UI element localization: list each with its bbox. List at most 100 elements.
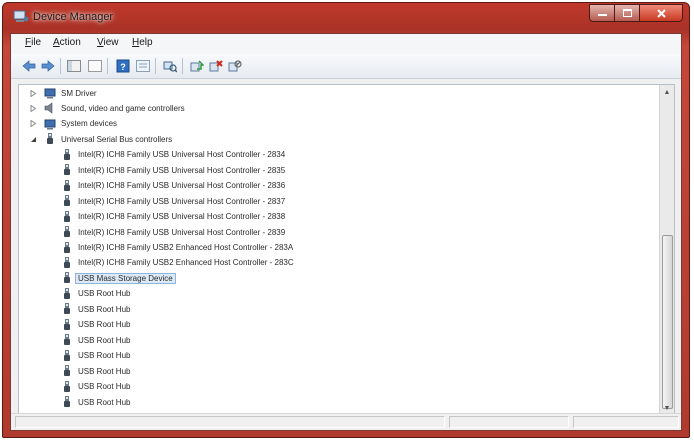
toolbar-separator (60, 58, 61, 74)
tree-node-label: Intel(R) ICH8 Family USB Universal Host … (78, 212, 286, 222)
tree-node-label: USB Root Hub (78, 351, 131, 361)
uninstall-icon (209, 60, 223, 72)
toolbar-separator (155, 58, 156, 74)
maximize-icon (622, 9, 632, 17)
tree-device-node[interactable]: Intel(R) ICH8 Family USB Universal Host … (61, 210, 287, 224)
minimize-icon (597, 14, 607, 16)
usb-icon (61, 318, 76, 331)
tree-category-node[interactable]: SM Driver (30, 86, 99, 100)
console-tree-icon (67, 60, 81, 72)
device-warning-icon (44, 87, 59, 99)
close-icon (656, 8, 666, 18)
tree-node-label: USB Root Hub (78, 304, 131, 314)
menu-file[interactable]: File (25, 37, 41, 48)
tree-device-node[interactable]: Intel(R) ICH8 Family USB Universal Host … (61, 163, 287, 177)
usb-icon (61, 349, 76, 362)
tree-device-node[interactable]: USB Root Hub (61, 380, 132, 394)
tree-category-node[interactable]: Sound, video and game controllers (30, 101, 187, 115)
back-button[interactable] (21, 58, 37, 74)
tree-device-node[interactable]: USB Root Hub (61, 318, 132, 332)
help-icon: ? (116, 59, 130, 73)
expand-triangle-closed-icon[interactable] (29, 89, 37, 97)
minimize-button[interactable] (589, 4, 615, 22)
usb-icon (61, 179, 76, 192)
tree-node-label: Intel(R) ICH8 Family USB Universal Host … (78, 165, 286, 175)
tree-node-label: Intel(R) ICH8 Family USB Universal Host … (78, 181, 286, 191)
status-pane-3 (573, 416, 679, 428)
tree-node-label: USB Root Hub (78, 397, 131, 407)
tree-category-node[interactable]: System devices (30, 117, 119, 131)
view-icon (136, 60, 150, 72)
tree-category-node[interactable]: Universal Serial Bus controllers (30, 132, 174, 146)
tree-device-node[interactable]: Intel(R) ICH8 Family USB2 Enhanced Host … (61, 256, 296, 270)
tree-device-node[interactable]: Intel(R) ICH8 Family USB Universal Host … (61, 148, 287, 162)
tree-node-label: USB Root Hub (78, 335, 131, 345)
forward-button[interactable] (40, 58, 56, 74)
usb-icon (61, 210, 76, 223)
properties-view-button[interactable] (87, 58, 103, 74)
toolbar-separator (182, 58, 183, 74)
status-pane-main (15, 416, 445, 428)
tree-node-label: Intel(R) ICH8 Family USB Universal Host … (78, 196, 286, 206)
tree-device-node[interactable]: USB Root Hub (61, 349, 132, 363)
tree-node-label: USB Root Hub (78, 289, 131, 299)
scroll-up-arrow[interactable]: ▲ (660, 85, 674, 99)
window-title: Device Manager (33, 11, 114, 23)
tree-device-node[interactable]: USB Mass Storage Device (61, 271, 176, 285)
disable-button[interactable] (227, 58, 243, 74)
uninstall-button[interactable] (208, 58, 224, 74)
properties-view-icon (88, 60, 102, 72)
client-area: File Action View Help ? SM Driver Sound,… (10, 33, 682, 431)
status-pane-2 (449, 416, 569, 428)
usb-icon (44, 133, 59, 145)
menu-action[interactable]: Action (53, 37, 81, 48)
tree-device-node[interactable]: USB Root Hub (61, 333, 132, 347)
tree-node-label: Intel(R) ICH8 Family USB2 Enhanced Host … (78, 258, 294, 268)
usb-icon (61, 256, 76, 269)
menu-bar: File Action View Help (11, 34, 681, 55)
menu-view[interactable]: View (97, 37, 119, 48)
tree-device-node[interactable]: Intel(R) ICH8 Family USB2 Enhanced Host … (61, 241, 295, 255)
update-driver-button[interactable] (189, 58, 205, 74)
disable-icon (228, 60, 242, 72)
vertical-scrollbar[interactable]: ▲ ▼ (659, 85, 674, 415)
title-bar[interactable]: Device Manager (3, 3, 689, 31)
expand-triangle-open-icon[interactable] (29, 135, 37, 143)
help-button[interactable]: ? (115, 58, 131, 74)
view-button[interactable] (135, 58, 151, 74)
expand-triangle-closed-icon[interactable] (29, 120, 37, 128)
tree-device-node[interactable]: USB Root Hub (61, 302, 132, 316)
device-tree[interactable]: SM Driver Sound, video and game controlle… (18, 84, 675, 416)
speaker-icon (44, 102, 59, 115)
update-driver-icon (190, 60, 204, 72)
tree-node-label: Intel(R) ICH8 Family USB Universal Host … (78, 227, 286, 237)
tree-node-label: System devices (61, 119, 118, 129)
tree-node-label: USB Root Hub (78, 320, 131, 330)
system-devices-icon (44, 118, 59, 130)
tree-node-label: USB Root Hub (78, 366, 131, 376)
scroll-thumb[interactable] (662, 235, 673, 409)
expand-triangle-closed-icon[interactable] (29, 104, 37, 112)
tree-node-label: Intel(R) ICH8 Family USB Universal Host … (78, 150, 286, 160)
maximize-button[interactable] (615, 4, 640, 22)
usb-icon (61, 365, 76, 377)
tree-device-node[interactable]: USB Root Hub (61, 395, 132, 409)
usb-icon (61, 396, 76, 408)
usb-icon (61, 272, 76, 284)
usb-icon (61, 287, 76, 300)
device-manager-icon (13, 10, 29, 22)
tree-device-node[interactable]: Intel(R) ICH8 Family USB Universal Host … (61, 194, 287, 208)
scan-hardware-button[interactable] (162, 58, 178, 74)
tree-node-label: USB Root Hub (78, 382, 131, 392)
tree-node-label: SM Driver (61, 88, 97, 98)
show-hide-console-tree-button[interactable] (66, 58, 82, 74)
close-button[interactable] (640, 4, 683, 22)
menu-help[interactable]: Help (132, 37, 153, 48)
tree-device-node[interactable]: Intel(R) ICH8 Family USB Universal Host … (61, 179, 287, 193)
caption-buttons (589, 4, 683, 22)
tree-device-node[interactable]: USB Root Hub (61, 364, 132, 378)
usb-icon (61, 148, 76, 161)
tree-device-node[interactable]: USB Root Hub (61, 287, 132, 301)
tree-device-node[interactable]: Intel(R) ICH8 Family USB Universal Host … (61, 225, 287, 239)
scan-hardware-icon (163, 61, 177, 73)
